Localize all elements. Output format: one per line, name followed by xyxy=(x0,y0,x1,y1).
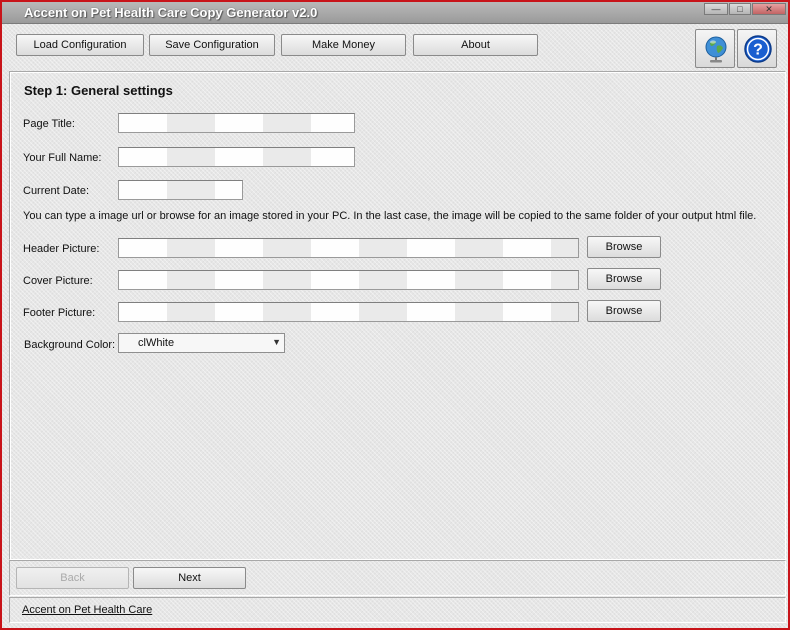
current-date-label: Current Date: xyxy=(23,185,90,197)
globe-icon xyxy=(705,36,727,63)
help-button[interactable]: ? xyxy=(737,29,777,68)
globe-button[interactable] xyxy=(695,29,735,68)
footer-browse-button[interactable]: Browse xyxy=(587,300,661,322)
save-configuration-button[interactable]: Save Configuration xyxy=(149,34,275,56)
back-button[interactable]: Back xyxy=(16,567,129,589)
cover-picture-label: Cover Picture: xyxy=(23,275,93,287)
header-picture-input[interactable] xyxy=(118,238,579,258)
about-button[interactable]: About xyxy=(413,34,538,56)
header-browse-button[interactable]: Browse xyxy=(587,236,661,258)
cover-picture-input[interactable] xyxy=(118,270,579,290)
background-color-label: Background Color: xyxy=(24,339,116,351)
accent-link[interactable]: Accent on Pet Health Care xyxy=(22,604,152,616)
close-button[interactable]: ✕ xyxy=(752,3,786,15)
chevron-down-icon[interactable]: ▼ xyxy=(272,337,281,347)
image-info-text: You can type a image url or browse for a… xyxy=(23,210,757,222)
full-name-label: Your Full Name: xyxy=(23,152,102,164)
page-title-label: Page Title: xyxy=(23,118,75,130)
background-color-value: clWhite xyxy=(138,337,175,349)
make-money-button[interactable]: Make Money xyxy=(281,34,406,56)
step-title: Step 1: General settings xyxy=(24,83,173,98)
next-button[interactable]: Next xyxy=(133,567,246,589)
maximize-button[interactable]: □ xyxy=(729,3,751,15)
help-icon: ? xyxy=(744,35,772,63)
current-date-input[interactable] xyxy=(118,180,243,200)
minimize-button[interactable]: — xyxy=(704,3,728,15)
window-title: Accent on Pet Health Care Copy Generator… xyxy=(24,5,318,20)
load-configuration-button[interactable]: Load Configuration xyxy=(16,34,144,56)
footer-picture-label: Footer Picture: xyxy=(23,307,96,319)
cover-browse-button[interactable]: Browse xyxy=(587,268,661,290)
footer-picture-input[interactable] xyxy=(118,302,579,322)
page-title-input[interactable] xyxy=(118,113,355,133)
header-picture-label: Header Picture: xyxy=(23,243,100,255)
background-color-select[interactable]: clWhite ▼ xyxy=(118,333,285,353)
title-bar[interactable]: Accent on Pet Health Care Copy Generator… xyxy=(2,2,788,24)
app-window: Accent on Pet Health Care Copy Generator… xyxy=(0,0,790,630)
svg-text:?: ? xyxy=(753,42,763,59)
full-name-input[interactable] xyxy=(118,147,355,167)
